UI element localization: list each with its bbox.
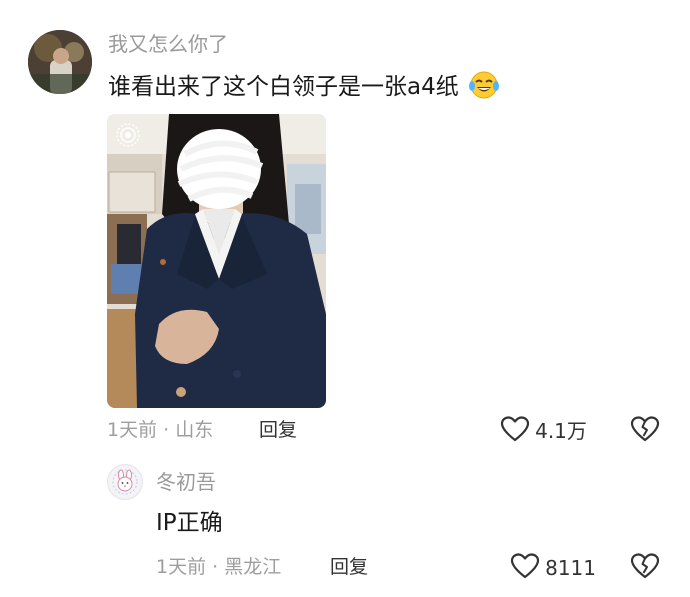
reply-dislike-button[interactable] [630,552,660,584]
heart-outline-icon [510,552,540,584]
comment-photo[interactable] [107,114,326,408]
meta-dot: · [206,556,225,578]
meta-dot: · [157,419,176,441]
comment-meta: 1天前 · 山东 [107,418,213,442]
comment-reply-button[interactable]: 回复 [259,418,297,442]
bunny-avatar-icon [109,466,141,498]
reply-time: 1天前 [156,556,207,578]
photo-image [107,114,326,408]
reply-meta: 1天前 · 黑龙江 [156,555,281,579]
reply-avatar[interactable] [107,464,143,500]
comment-like-button[interactable]: 4.1万 [500,415,587,447]
reply-username[interactable]: 冬初吾 [156,470,216,494]
reply-reply-button[interactable]: 回复 [330,555,368,579]
comment-time: 1天前 [107,419,158,441]
reply-like-button[interactable]: 8111 [510,552,596,584]
comment-username[interactable]: 我又怎么你了 [108,32,228,56]
avatar-image [28,30,92,94]
comment-location: 山东 [175,419,214,441]
crying-laughing-emoji-icon [468,70,500,108]
comment-like-count: 4.1万 [535,419,587,443]
reply-like-count: 8111 [545,556,596,580]
broken-heart-icon [630,553,660,584]
comment-dislike-button[interactable] [630,415,660,447]
reply-location: 黑龙江 [224,556,282,578]
comment-text: 谁看出来了这个白领子是一张a4纸 [108,70,500,108]
heart-outline-icon [500,415,530,447]
broken-heart-icon [630,416,660,447]
comment-text-body: 谁看出来了这个白领子是一张a4纸 [108,74,459,100]
reply-text: IP正确 [156,510,223,536]
avatar[interactable] [28,30,92,94]
